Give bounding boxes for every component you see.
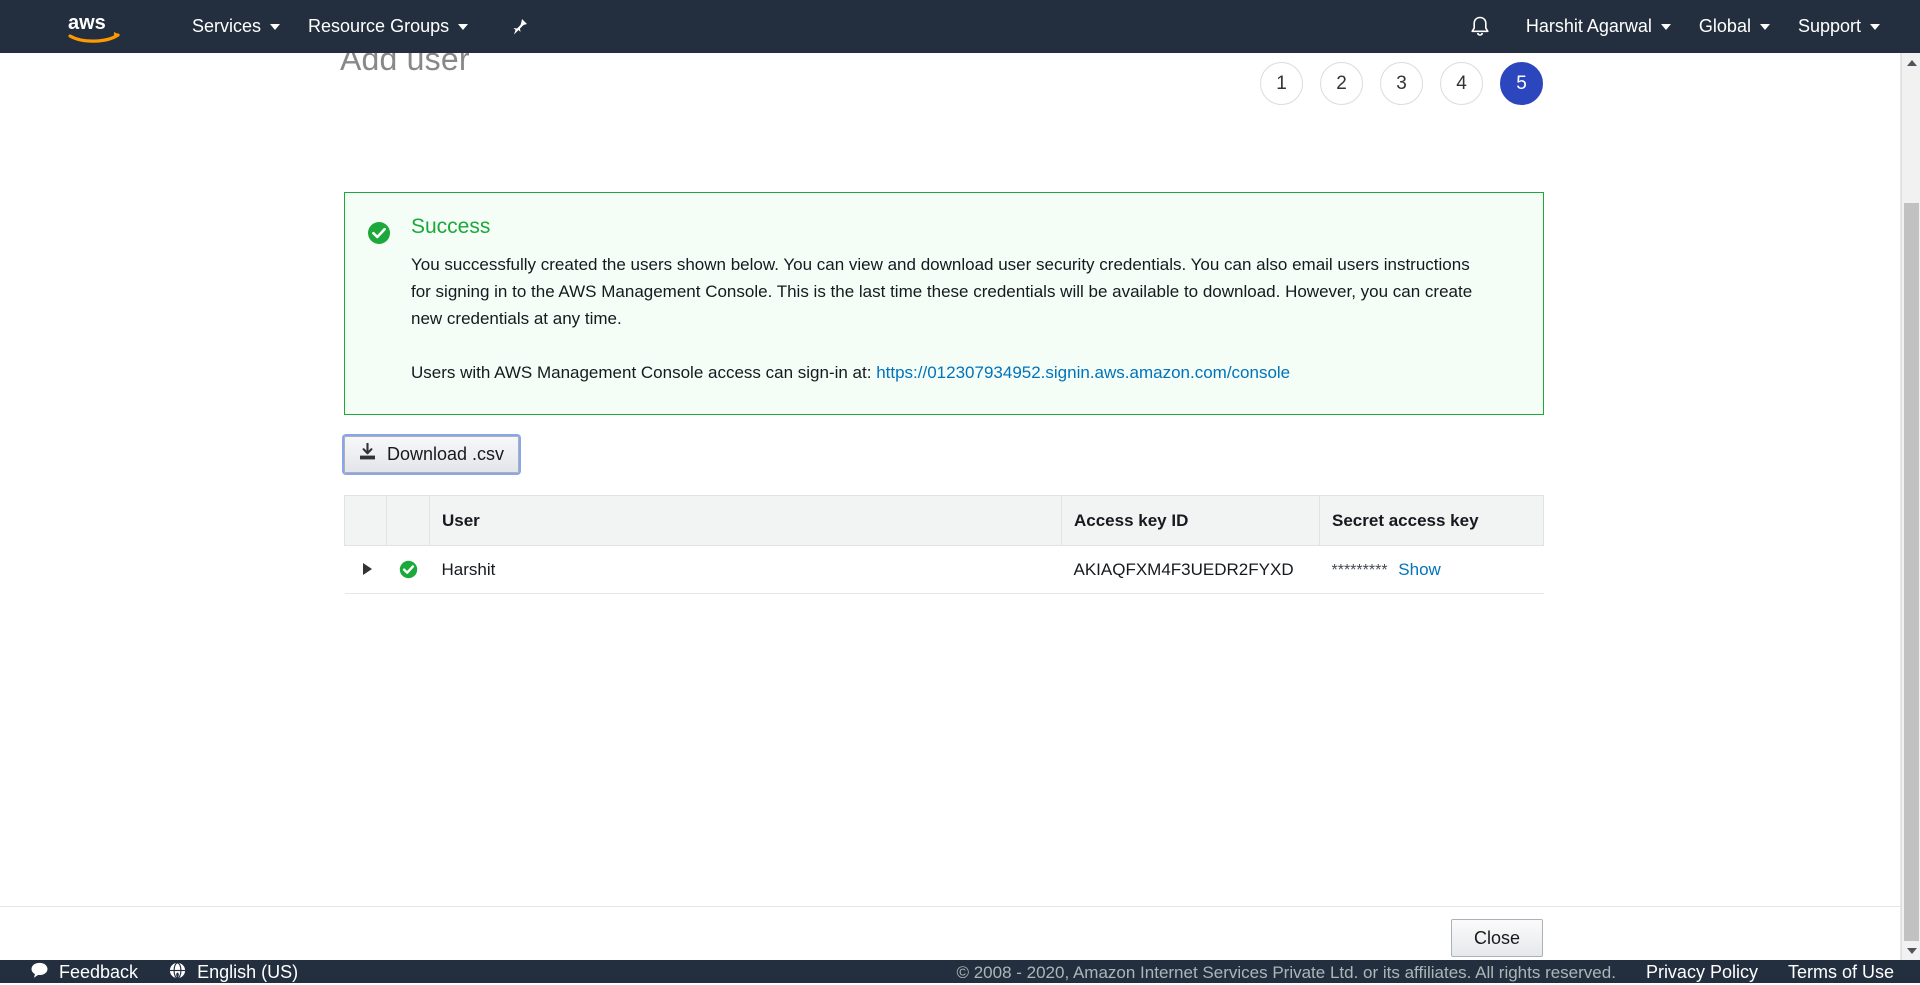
table-header-row: User Access key ID Secret access key (344, 495, 1544, 546)
resource-groups-menu-label: Resource Groups (308, 16, 450, 36)
bell-glyph-icon (1471, 16, 1489, 36)
success-alert-body: Success You successfully created the use… (411, 215, 1517, 392)
success-alert-title: Success (411, 215, 491, 238)
top-navigation-bar: aws Services Resource Groups Harshit Aga… (0, 0, 1920, 53)
copyright-text: © 2008 - 2020, Amazon Internet Services … (956, 962, 1616, 982)
scrollbar-thumb[interactable] (1904, 203, 1919, 943)
signin-line: Users with AWS Management Console access… (411, 359, 1486, 386)
language-selector[interactable]: English (US) (168, 961, 298, 985)
language-label: English (US) (197, 962, 299, 982)
account-menu[interactable]: Harshit Agarwal (1512, 0, 1685, 53)
scroll-down-glyph-icon (1906, 947, 1917, 954)
bottom-bar-left: Feedback English (US) (0, 961, 298, 985)
account-menu-label: Harshit Agarwal (1525, 16, 1652, 36)
page-title: Add user (340, 53, 470, 77)
terms-of-use-link[interactable]: Terms of Use (1788, 962, 1894, 983)
success-check-glyph-icon (368, 222, 390, 244)
download-glyph-icon (360, 442, 375, 460)
chevron-down-icon (270, 23, 281, 30)
row-status-cell (386, 545, 430, 594)
download-csv-button-label: Download .csv (387, 444, 505, 464)
services-menu[interactable]: Services (178, 0, 294, 53)
row-access-key-id: AKIAQFXM4F3UEDR2FYXD (1061, 545, 1320, 594)
globe-glyph-icon (169, 961, 186, 979)
row-success-glyph-icon (399, 560, 417, 579)
chevron-right-icon[interactable] (362, 562, 372, 575)
download-icon (359, 442, 376, 466)
feedback-bubble-icon (30, 961, 49, 985)
wizard-step-2[interactable]: 2 (1320, 62, 1363, 105)
row-secret-access-key-cell: ********* Show (1319, 545, 1544, 594)
svg-text:aws: aws (68, 12, 106, 34)
globe-icon (168, 961, 187, 985)
credentials-table-body: Harshit AKIAQFXM4F3UEDR2FYXD ********* S… (344, 545, 1544, 594)
wizard-step-4[interactable]: 4 (1440, 62, 1483, 105)
download-csv-button[interactable]: Download .csv (344, 436, 520, 473)
privacy-policy-link[interactable]: Privacy Policy (1646, 962, 1758, 983)
pin-glyph-icon (513, 18, 528, 34)
row-expander-cell[interactable] (344, 545, 387, 594)
region-menu-label: Global (1698, 16, 1751, 36)
secondary-nav-items: Harshit Agarwal Global Support (1460, 0, 1920, 53)
wizard-step-3[interactable]: 3 (1380, 62, 1423, 105)
scroll-up-arrow-icon[interactable] (1902, 53, 1920, 72)
success-check-icon (399, 560, 418, 579)
table-row: Harshit AKIAQFXM4F3UEDR2FYXD ********* S… (344, 545, 1544, 594)
show-secret-link[interactable]: Show (1398, 560, 1441, 579)
page-scrollbar[interactable] (1901, 53, 1920, 960)
wizard-action-bar: Close (0, 906, 1901, 965)
bottom-bar-right: © 2008 - 2020, Amazon Internet Services … (956, 962, 1920, 983)
feedback-label: Feedback (59, 962, 139, 982)
resource-groups-menu[interactable]: Resource Groups (294, 0, 482, 53)
pin-icon[interactable] (508, 16, 530, 38)
bottom-bar: Feedback English (US) © 2008 - 2020, Ama… (0, 961, 1920, 985)
chevron-down-icon (1660, 23, 1671, 30)
services-menu-label: Services (192, 16, 262, 36)
aws-logo[interactable]: aws (68, 10, 122, 44)
wizard-step-5[interactable]: 5 (1500, 62, 1543, 105)
chevron-down-icon (458, 23, 469, 30)
wizard-content: Add user 1 2 3 4 5 Success You successfu… (0, 53, 1901, 906)
column-header-access-key-id: Access key ID (1061, 495, 1320, 546)
column-header-expander (344, 495, 387, 546)
aws-logo-icon: aws (68, 12, 120, 43)
feedback-bubble-glyph-icon (31, 962, 48, 978)
chevron-down-icon (1870, 23, 1880, 30)
wizard-step-1[interactable]: 1 (1260, 62, 1303, 105)
console-signin-link[interactable]: https://012307934952.signin.aws.amazon.c… (876, 363, 1290, 382)
column-header-status (386, 495, 430, 546)
secret-mask: ********* (1331, 561, 1388, 579)
success-alert-paragraph: You successfully created the users shown… (411, 255, 1473, 329)
credentials-table: User Access key ID Secret access key Har… (344, 495, 1544, 594)
primary-nav-items: Services Resource Groups (178, 0, 530, 53)
success-alert: Success You successfully created the use… (344, 192, 1544, 415)
region-menu[interactable]: Global (1685, 0, 1784, 53)
column-header-secret-access-key: Secret access key (1319, 495, 1544, 546)
scroll-up-glyph-icon (1906, 59, 1917, 66)
column-header-user: User (429, 495, 1062, 546)
page-content: Add user 1 2 3 4 5 Success You successfu… (0, 53, 1901, 965)
notifications-bell-icon[interactable] (1460, 0, 1500, 53)
feedback-button[interactable]: Feedback (30, 961, 138, 985)
chevron-down-icon (1759, 23, 1770, 30)
support-menu-label: Support (1797, 16, 1861, 36)
signin-prefix: Users with AWS Management Console access… (411, 362, 872, 382)
credentials-table-head: User Access key ID Secret access key (344, 495, 1544, 546)
row-user-name: Harshit (429, 545, 1062, 594)
wizard-step-indicator: 1 2 3 4 5 (1260, 62, 1543, 105)
support-menu[interactable]: Support (1784, 0, 1894, 53)
success-check-icon (367, 221, 391, 245)
close-button[interactable]: Close (1450, 919, 1543, 957)
scroll-down-arrow-icon[interactable] (1902, 941, 1920, 960)
